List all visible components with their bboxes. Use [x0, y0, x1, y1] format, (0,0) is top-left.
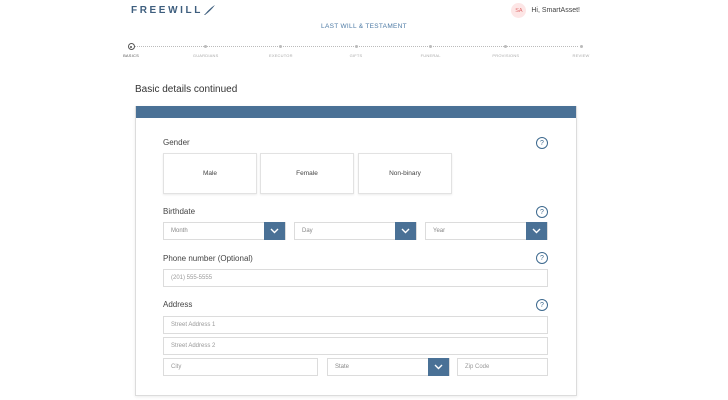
day-select[interactable]: Day: [294, 222, 417, 240]
street-address-1-input[interactable]: Street Address 1: [163, 316, 548, 334]
state-select[interactable]: State: [327, 358, 450, 376]
step-provisions[interactable]: PROVISIONS: [476, 43, 536, 58]
avatar[interactable]: SA: [511, 3, 527, 18]
step-label: PROVISIONS: [492, 53, 520, 58]
user-menu[interactable]: SA Hi, SmartAsset!: [511, 3, 580, 18]
gender-option-nonbinary[interactable]: Non-binary: [358, 153, 452, 194]
step-basics[interactable]: BASICS: [101, 43, 161, 58]
step-dot: [429, 45, 433, 48]
feather-icon: [203, 5, 215, 15]
gender-option-male[interactable]: Male: [163, 153, 257, 194]
step-gifts[interactable]: GIFTS: [326, 43, 386, 58]
logo-text: FREEWILL: [131, 4, 203, 16]
document-title: LAST WILL & TESTAMENT: [321, 23, 407, 30]
address-label: Address: [163, 300, 193, 309]
step-label: EXECUTOR: [268, 53, 293, 58]
city-input[interactable]: City: [163, 358, 318, 376]
step-guardians[interactable]: GUARDIANS: [176, 43, 236, 58]
step-executor[interactable]: EXECUTOR: [251, 43, 311, 58]
step-label: REVIEW: [572, 53, 590, 58]
user-greeting: Hi, SmartAsset!: [531, 7, 580, 14]
gender-label: Gender: [163, 138, 190, 147]
street-address-2-placeholder: Street Address 2: [171, 343, 216, 349]
street-address-2-input[interactable]: Street Address 2: [163, 337, 548, 355]
step-label: FUNERAL: [420, 53, 441, 58]
step-review[interactable]: REVIEW: [551, 43, 611, 58]
progress-stepper: BASICS GUARDIANS EXECUTOR GIFTS FUNERAL …: [123, 43, 589, 63]
phone-label: Phone number (Optional): [163, 254, 253, 263]
birthdate-label: Birthdate: [163, 207, 196, 216]
birthdate-help-icon[interactable]: ?: [536, 206, 548, 218]
card-header-bar: [136, 106, 576, 118]
step-dot: [204, 45, 208, 48]
year-select-value: Year: [433, 228, 446, 234]
phone-placeholder: (201) 555-5555: [171, 275, 213, 281]
year-select[interactable]: Year: [425, 222, 548, 240]
step-dot: [279, 45, 283, 48]
step-label: GUARDIANS: [192, 53, 219, 58]
street-address-1-placeholder: Street Address 1: [171, 322, 216, 328]
step-funeral[interactable]: FUNERAL: [401, 43, 461, 58]
chevron-down-icon[interactable]: [428, 358, 449, 376]
phone-input[interactable]: (201) 555-5555: [163, 269, 548, 287]
phone-help-icon[interactable]: ?: [536, 252, 548, 264]
step-dot: [354, 45, 358, 48]
step-label: BASICS: [123, 53, 139, 58]
state-select-value: State: [335, 364, 350, 370]
month-select[interactable]: Month: [163, 222, 286, 240]
zip-code-placeholder: Zip Code: [465, 364, 490, 370]
section-title: Basic details continued: [135, 84, 238, 95]
gender-option-female[interactable]: Female: [260, 153, 354, 194]
zip-code-input[interactable]: Zip Code: [457, 358, 548, 376]
step-dot: [127, 43, 135, 50]
chevron-down-icon[interactable]: [264, 222, 285, 240]
chevron-down-icon[interactable]: [526, 222, 547, 240]
step-label: GIFTS: [349, 53, 363, 58]
top-header: FREEWILL SA Hi, SmartAsset!: [0, 0, 728, 20]
step-dot: [504, 45, 508, 48]
month-select-value: Month: [171, 228, 188, 234]
gender-help-icon[interactable]: ?: [536, 137, 548, 149]
freewill-logo[interactable]: FREEWILL: [131, 4, 216, 16]
city-placeholder: City: [171, 364, 182, 370]
day-select-value: Day: [302, 228, 313, 234]
chevron-down-icon[interactable]: [395, 222, 416, 240]
address-help-icon[interactable]: ?: [536, 299, 548, 311]
step-dot: [579, 45, 583, 48]
